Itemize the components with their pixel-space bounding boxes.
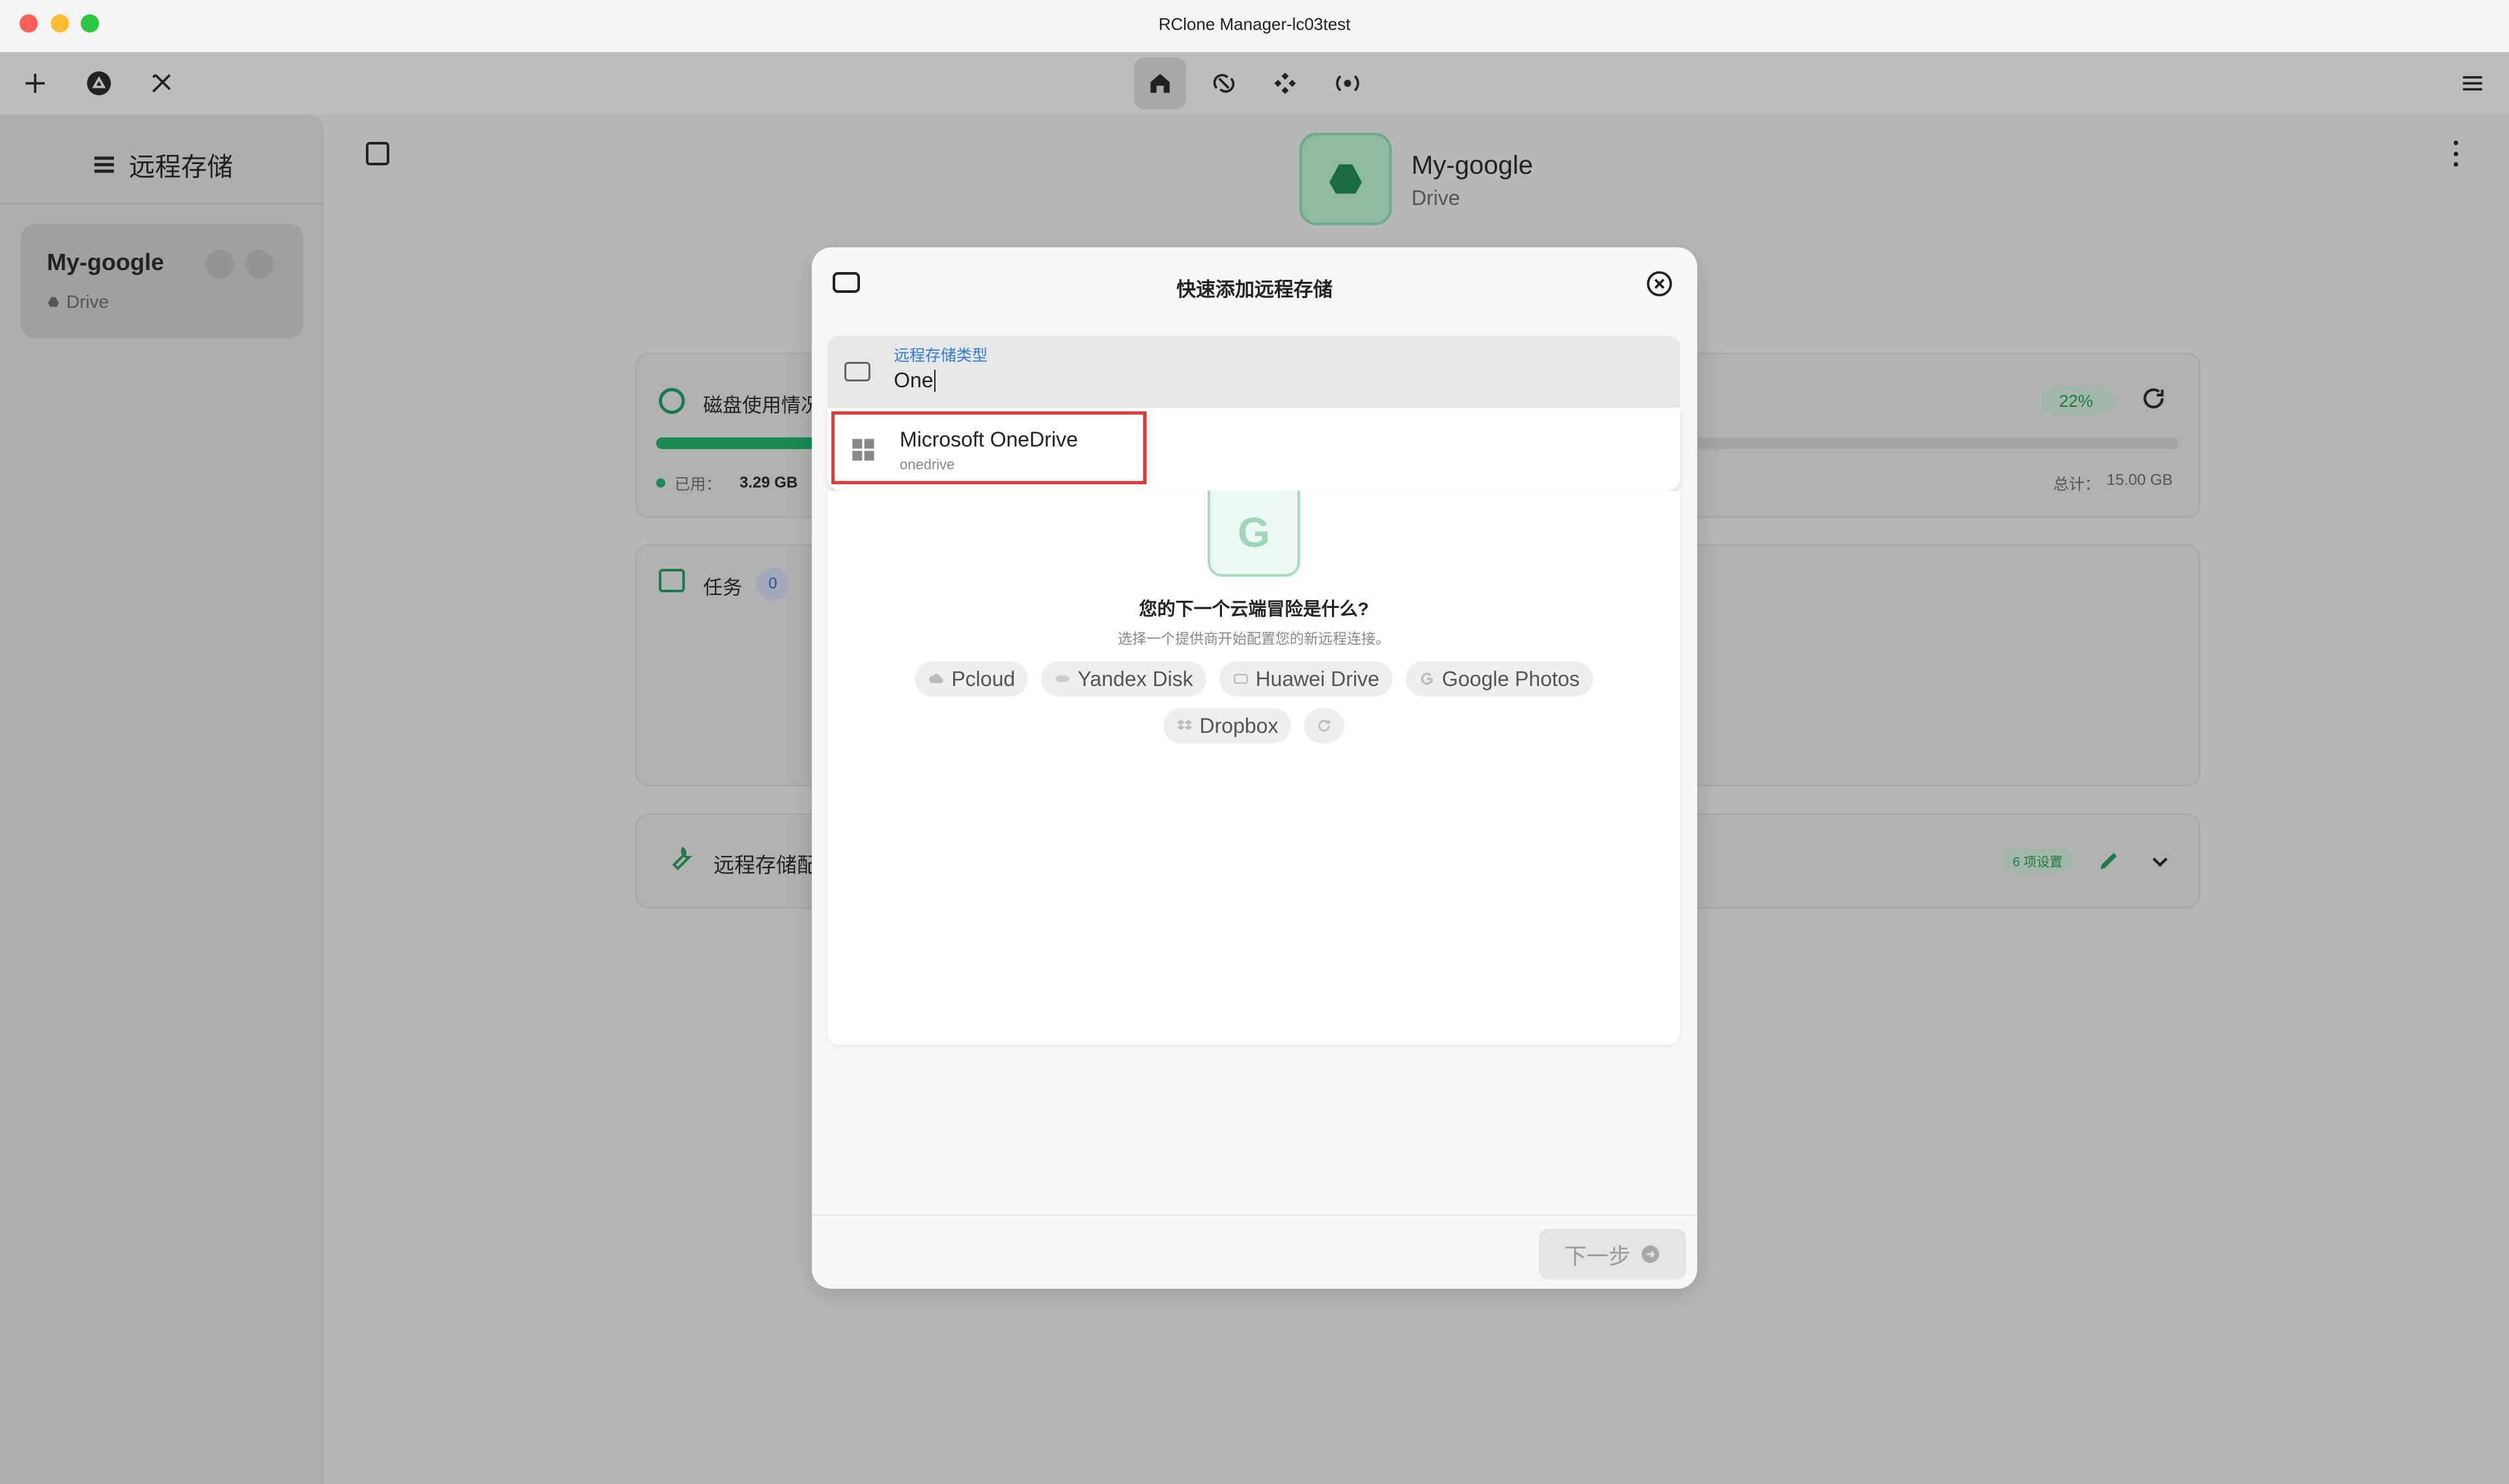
chip-label: Huawei Drive [1255, 666, 1379, 691]
autocomplete-dropdown: Microsoft OneDrive onedrive [827, 407, 1680, 491]
jobs-title: 任务 [703, 577, 742, 599]
menu-icon[interactable] [2454, 65, 2491, 102]
google-drive-icon [1329, 164, 1362, 194]
remote-name: My-google [47, 249, 164, 275]
google-logo: G [1208, 491, 1300, 577]
mount-icon[interactable] [1267, 65, 1303, 102]
suggestion-name: Microsoft OneDrive [900, 428, 1078, 451]
dropbox-icon [1176, 719, 1192, 730]
provider-panel: G 您的下一个云端冒险是什么? 选择一个提供商开始配置您的新远程连接。 Pclo… [827, 491, 1680, 1045]
dialog-footer-divider [812, 1215, 1697, 1216]
list-icon [94, 156, 114, 173]
serve-icon[interactable] [1329, 65, 1366, 102]
remote-type-field[interactable]: 远程存储类型 One [827, 336, 1680, 407]
more-options-icon[interactable] [2450, 141, 2461, 167]
chevron-down-icon[interactable] [2147, 849, 2173, 878]
briefcase-icon [659, 569, 685, 592]
wrench-icon [665, 845, 695, 878]
windows-icon [852, 439, 874, 461]
refresh-icon[interactable] [2141, 385, 2167, 411]
suggestion-id: onedrive [900, 456, 955, 473]
arrow-right-circle-icon [1641, 1245, 1659, 1263]
shuffle-providers-button[interactable] [1304, 708, 1345, 743]
field-label: 远程存储类型 [894, 347, 988, 364]
sidebar-item-my-google[interactable]: My-google Drive [21, 224, 303, 338]
folder-icon[interactable] [245, 250, 273, 279]
chip-huawei-drive[interactable]: Huawei Drive [1219, 661, 1393, 696]
drive-box-icon [1233, 674, 1248, 684]
config-count-badge: 6 项设置 [2001, 847, 2074, 873]
home-icon[interactable] [1134, 57, 1186, 109]
google-icon [1421, 672, 1434, 685]
used-value: 3.29 GB [740, 473, 798, 491]
refresh-icon [1318, 719, 1331, 732]
google-logo-letter: G [1238, 509, 1270, 556]
used-dot [656, 478, 665, 488]
used-label: 已用： [674, 476, 721, 493]
drive-icon [48, 297, 59, 307]
suggestion-onedrive[interactable]: Microsoft OneDrive onedrive [831, 411, 1146, 484]
close-icon[interactable] [1645, 269, 1674, 298]
remote-type: Drive [66, 292, 109, 312]
sync-icon[interactable] [1206, 65, 1242, 102]
disk-percent-badge: 22% [2038, 387, 2114, 415]
cloud-icon [929, 674, 944, 683]
chip-label: Dropbox [1199, 713, 1279, 737]
quick-add-remote-dialog: 快速添加远程存储 远程存储类型 One Microsoft OneDrive o… [812, 247, 1697, 1289]
rclone-logo-icon[interactable] [81, 65, 117, 102]
remote-title: My-google [1411, 151, 1533, 180]
storage-icon [844, 362, 870, 381]
remote-type-input[interactable]: One [894, 368, 933, 392]
chip-google-photos[interactable]: Google Photos [1405, 661, 1593, 696]
tools-icon[interactable] [143, 65, 180, 102]
sync-status-icon[interactable] [206, 250, 234, 279]
sidebar-title: 远程存储 [129, 153, 233, 182]
sidebar-toggle-icon[interactable] [366, 142, 389, 165]
plus-icon[interactable] [17, 65, 53, 102]
next-step-button[interactable]: 下一步 [1539, 1229, 1686, 1280]
remote-avatar [1299, 133, 1392, 225]
disk-icon [1055, 675, 1070, 683]
disk-icon [659, 388, 685, 414]
remote-subtitle: Drive [1411, 186, 1460, 210]
chip-label: Google Photos [1441, 666, 1580, 691]
chip-pcloud[interactable]: Pcloud [915, 661, 1029, 696]
next-step-label: 下一步 [1564, 1244, 1631, 1269]
edit-pencil-icon[interactable] [2096, 847, 2122, 877]
config-title: 远程存储配 [714, 853, 818, 877]
jobs-count-badge: 0 [756, 568, 789, 600]
dialog-title: 快速添加远程存储 [1176, 279, 1333, 301]
chip-label: Yandex Disk [1077, 666, 1193, 691]
panel-subheading: 选择一个提供商开始配置您的新远程连接。 [1117, 631, 1390, 647]
chip-yandex-disk[interactable]: Yandex Disk [1041, 661, 1206, 696]
chip-dropbox[interactable]: Dropbox [1163, 708, 1292, 743]
toolbar [0, 52, 2509, 115]
total-value: 15.00 GB [2107, 471, 2173, 489]
sidebar-header: 远程存储 [0, 115, 324, 204]
total-label: 总计： [2053, 476, 2100, 493]
window-title: RClone Manager-lc03test [1158, 14, 1351, 34]
disk-usage-title: 磁盘使用情况 [703, 395, 820, 417]
text-caret [934, 369, 936, 392]
chip-label: Pcloud [951, 666, 1016, 691]
panel-heading: 您的下一个云端冒险是什么? [1139, 599, 1369, 619]
